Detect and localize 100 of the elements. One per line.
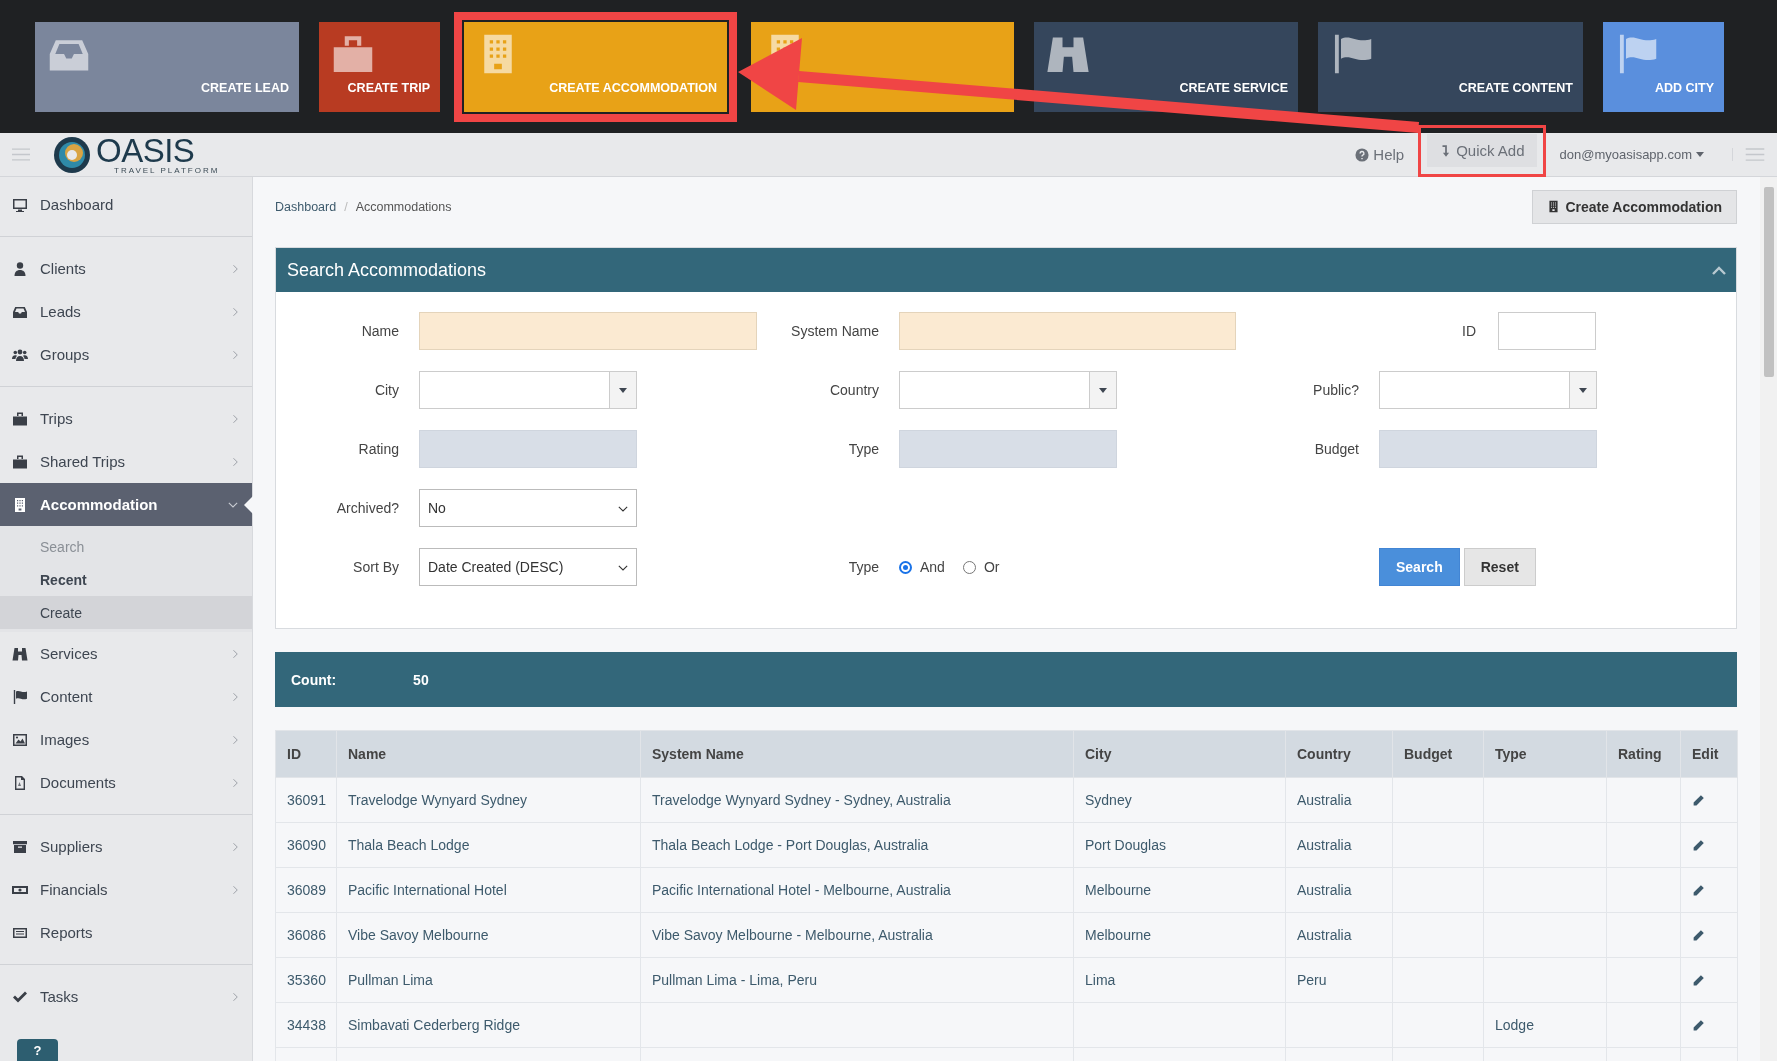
column-header: Type (1483, 730, 1607, 778)
table-cell: Australia (1285, 912, 1393, 958)
column-header: City (1073, 730, 1286, 778)
sidebar-item[interactable]: Shared Trips (0, 440, 252, 483)
text-field[interactable] (419, 312, 757, 350)
column-header: Name (336, 730, 641, 778)
sidebar-item[interactable]: Financials (0, 868, 252, 911)
breadcrumb-item: Accommodations (355, 199, 452, 214)
combo-field[interactable] (419, 371, 637, 409)
sidebar-item[interactable]: Tasks (0, 975, 252, 1018)
sidebar-item[interactable]: Suppliers (0, 825, 252, 868)
chevron-icon (232, 777, 238, 788)
suitcase-icon (12, 453, 28, 470)
sidebar-item[interactable]: Clients (0, 247, 252, 290)
pencil-icon[interactable] (1692, 928, 1705, 942)
table-cell: Lima (1073, 957, 1286, 1003)
caret-icon (1579, 387, 1587, 393)
field-label: Budget (1313, 441, 1360, 457)
table-cell: Travelodge Wynyard Sydney - Sydney, Australia (640, 777, 1074, 823)
suitcase-icon (12, 410, 28, 427)
sidebar-item[interactable]: Services (0, 632, 252, 675)
quick-add-tile[interactable]: CREATE CONTENT (1318, 22, 1583, 112)
sidebar-item[interactable]: Content (0, 675, 252, 718)
id-field[interactable] (1498, 312, 1596, 350)
column-header: ID (275, 730, 337, 778)
sidebar-item[interactable]: Dashboard (0, 183, 252, 237)
field-label: Type (847, 559, 880, 575)
table-cell: Thala Beach Lodge (336, 822, 641, 868)
submenu-item[interactable]: Recent (0, 563, 252, 596)
image-icon (12, 731, 28, 748)
menu-icon[interactable] (1732, 148, 1765, 161)
pencil-icon[interactable] (1692, 1018, 1705, 1032)
chevron-icon (232, 648, 238, 659)
sidebar-item[interactable]: Documents (0, 761, 252, 815)
chevron-icon (232, 413, 238, 424)
combo-field[interactable] (899, 371, 1117, 409)
radio-button[interactable] (899, 560, 912, 574)
field-label: Public? (1312, 382, 1360, 398)
caret-icon (1099, 387, 1107, 393)
sidebar-item[interactable]: Accommodation (0, 483, 252, 526)
table-cell: 35360 (275, 957, 337, 1003)
panel-title: Search Accommodations (287, 259, 487, 281)
table-cell: Lodge (1483, 1002, 1607, 1048)
pencil-icon[interactable] (1692, 883, 1705, 897)
field-label: ID (1462, 323, 1476, 339)
column-header: Rating (1606, 730, 1681, 778)
table-cell: Pacific International Hotel (336, 867, 641, 913)
sidebar-item[interactable]: Leads (0, 290, 252, 333)
chevron-icon (618, 504, 628, 512)
text-field[interactable] (899, 312, 1236, 350)
chevron-icon (232, 306, 238, 317)
column-header: System Name (640, 730, 1074, 778)
field-label: Archived? (335, 500, 400, 516)
radio-button[interactable] (962, 560, 976, 574)
logo-tagline: TRAVEL PLATFORM (114, 167, 220, 175)
submenu-item[interactable]: Create (0, 596, 252, 629)
quick-add-tile[interactable]: CREATE SERVICE (1034, 22, 1298, 112)
help-link[interactable]: Help (1341, 146, 1419, 163)
flag-icon (12, 688, 28, 705)
building-icon (1547, 200, 1561, 213)
table-cell: 36090 (275, 822, 337, 868)
table-cell: Travelodge Wynyard Sydney (336, 777, 641, 823)
menu-icon[interactable] (12, 148, 30, 161)
chevron-icon (232, 456, 238, 467)
count-value: 50 (413, 671, 429, 688)
breadcrumb-item[interactable]: Dashboard (275, 199, 337, 214)
logo-name: OASIS (96, 134, 195, 167)
create-button[interactable]: Create Accommodation (1532, 189, 1737, 224)
help-button[interactable]: ? (17, 1039, 58, 1061)
select-field[interactable]: Date Created (DESC) (419, 548, 637, 586)
quick-add-button[interactable]: Quick Add (1427, 134, 1537, 167)
quick-add-tile[interactable]: CREATE TRIP (319, 22, 440, 112)
scrollbar[interactable] (1760, 177, 1777, 1061)
chevron-icon (232, 884, 238, 895)
table-cell: Sydney (1073, 777, 1286, 823)
monitor-icon (12, 196, 28, 213)
combo-field[interactable] (1379, 371, 1597, 409)
sidebar-item[interactable]: Trips (0, 397, 252, 440)
sidebar-item[interactable]: Reports (0, 911, 252, 965)
radio-option[interactable]: And (899, 559, 945, 575)
archive-icon (12, 838, 28, 855)
reset-button[interactable]: Reset (1463, 548, 1536, 586)
field-label: Type (847, 441, 880, 457)
sidebar-item[interactable]: Images (0, 718, 252, 761)
pencil-icon[interactable] (1692, 793, 1705, 807)
table-cell: Melbourne (1073, 912, 1286, 958)
column-header: Edit (1680, 730, 1738, 778)
user-menu[interactable]: don@myoasisapp.com (1545, 147, 1718, 162)
quick-add-tile[interactable]: CREATE LEAD (35, 22, 299, 112)
radio-option[interactable]: Or (962, 559, 1000, 575)
table-cell: Pullman Lima (336, 957, 641, 1003)
select-field[interactable]: No (419, 489, 637, 527)
table-cell: Australia (1285, 777, 1393, 823)
pencil-icon[interactable] (1692, 973, 1705, 987)
table-cell: Vibe Savoy Melbourne - Melbourne, Australia (640, 912, 1074, 958)
pencil-icon[interactable] (1692, 838, 1705, 852)
sidebar-item[interactable]: Groups (0, 333, 252, 387)
table-cell: 36089 (275, 867, 337, 913)
table-cell: 36086 (275, 912, 337, 958)
collapse-icon[interactable] (1712, 265, 1726, 275)
